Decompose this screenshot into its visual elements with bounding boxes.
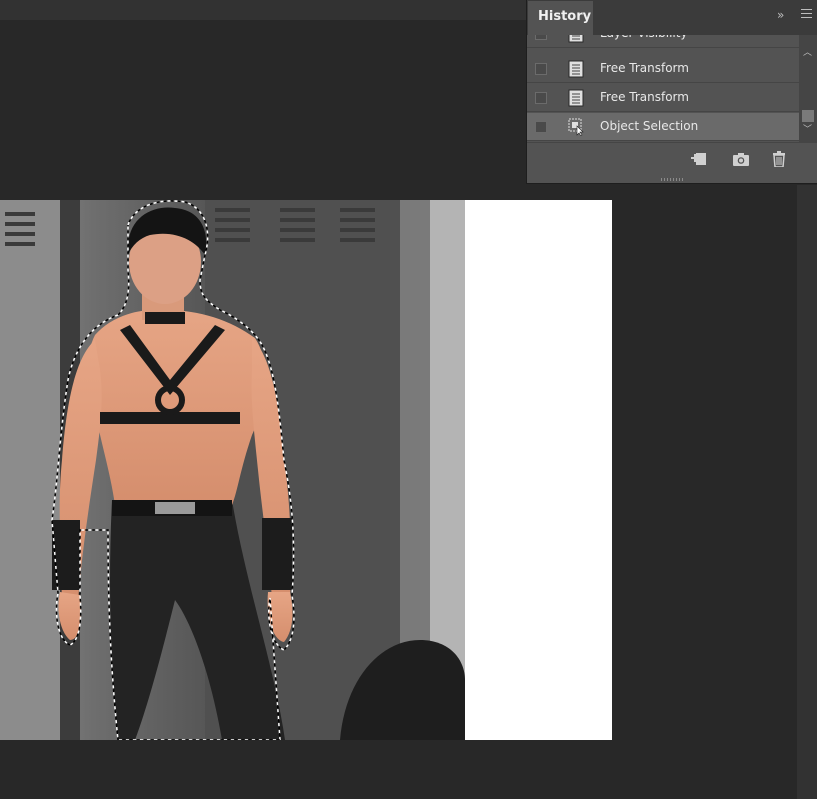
object-selection-icon [568,118,584,136]
scroll-down-icon[interactable]: ﹀ [803,122,812,135]
history-panel: History » Layer Visibility Free Transfor… [526,0,817,184]
document-icon [568,60,584,78]
collapse-panel-icon[interactable]: » [777,8,784,22]
history-state-list: Layer Visibility Free Transform Free Tra… [527,35,799,142]
history-state-label: Layer Visibility [600,35,688,47]
scroll-thumb[interactable] [802,110,814,122]
history-state-item-selected[interactable]: Object Selection [527,113,799,141]
snapshot-camera-icon[interactable] [732,151,750,167]
history-state-item[interactable]: Layer Visibility [527,35,799,48]
workspace-right-scrollbar[interactable] [797,185,817,799]
history-state-item[interactable]: Free Transform [527,55,799,83]
history-list-scrollbar[interactable]: ︿ ﹀ [799,35,817,142]
history-state-label: Object Selection [600,119,699,133]
document-icon [568,89,584,107]
new-document-from-state-icon[interactable] [690,151,708,167]
trash-icon[interactable] [770,151,788,167]
snapshot-source-checkbox[interactable] [535,35,547,40]
document-canvas[interactable] [0,200,612,740]
canvas-photo [0,200,465,740]
document-icon [568,35,584,43]
canvas-white-area [465,200,612,740]
history-panel-footer [527,142,817,176]
panel-menu-icon[interactable] [801,9,812,19]
snapshot-source-checkbox[interactable] [535,63,547,75]
snapshot-source-checkbox[interactable] [535,92,547,104]
tab-history[interactable]: History [528,1,593,35]
scroll-up-icon[interactable]: ︿ [803,45,812,58]
panel-resize-grip[interactable] [661,178,685,181]
history-state-label: Free Transform [600,61,689,75]
history-state-item[interactable]: Free Transform [527,84,799,112]
panel-tab-bar: History » [527,0,817,35]
history-state-label: Free Transform [600,90,689,104]
snapshot-source-checkbox[interactable] [535,121,547,133]
